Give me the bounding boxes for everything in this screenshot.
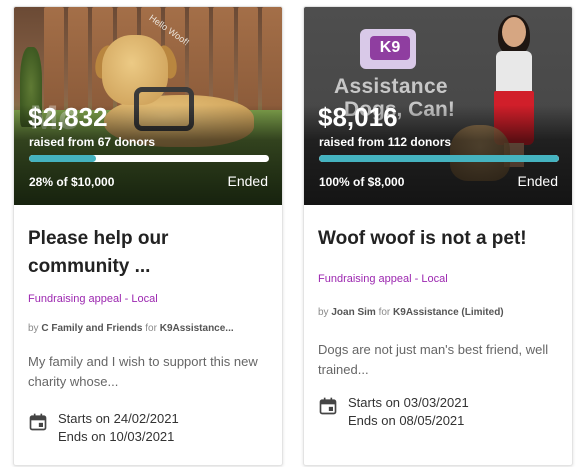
k9-logo-text: K9 [370, 36, 410, 60]
goal-text: 100% of $8,000 [319, 175, 405, 189]
fundraiser-image-1[interactable]: Hello Woof! Mo $2,832 raised from 67 don… [14, 7, 282, 205]
for-word: for [378, 307, 391, 318]
k9-logo: K9 [360, 29, 416, 69]
donor-count: raised from 112 donors [319, 135, 452, 149]
card-title[interactable]: Woof woof is not a pet! [318, 225, 558, 253]
date-range: Starts on 03/03/2021 Ends on 08/05/2021 [318, 394, 558, 430]
goal-text: 28% of $10,000 [29, 175, 115, 189]
card-content: Please help our community ... Fundraisin… [14, 205, 282, 446]
calendar-icon [29, 413, 47, 431]
fundraiser-card-2[interactable]: K9 Assistance Dogs, Can! $8,016 raised f… [303, 6, 573, 466]
date-range: Starts on 24/02/2021 Ends on 10/03/2021 [28, 410, 268, 446]
end-date: Ends on 08/05/2021 [348, 413, 465, 428]
card-content: Woof woof is not a pet! Fundraising appe… [304, 205, 572, 430]
for-word: for [145, 323, 157, 334]
progress-bar-fill [29, 155, 97, 162]
status-label: Ended [517, 173, 558, 189]
card-title[interactable]: Please help our community ... [28, 225, 268, 281]
status-label: Ended [227, 173, 268, 189]
progress-bar [29, 155, 269, 162]
card-description: Dogs are not just man's best friend, wel… [318, 342, 549, 377]
start-date: Starts on 24/02/2021 [58, 411, 179, 426]
organizer-name[interactable]: Joan Sim [331, 307, 375, 318]
organizer-name[interactable]: C Family and Friends [41, 323, 142, 334]
byline: by C Family and Friends for K9Assistance… [28, 323, 268, 334]
charity-name[interactable]: K9Assistance (Limited) [393, 307, 504, 318]
image-text-assistance: Assistance [334, 75, 448, 98]
card-description: My family and I wish to support this new… [28, 354, 258, 389]
byline: by Joan Sim for K9Assistance (Limited) [318, 307, 558, 318]
charity-name[interactable]: K9Assistance... [160, 323, 234, 334]
category-link[interactable]: Fundraising appeal - Local [318, 273, 558, 285]
amount-raised: $2,832 [28, 102, 108, 132]
by-prefix: by [28, 323, 39, 334]
calendar-icon [319, 397, 337, 415]
start-date: Starts on 03/03/2021 [348, 395, 469, 410]
category-link[interactable]: Fundraising appeal - Local [28, 293, 268, 305]
donor-count: raised from 67 donors [29, 135, 156, 149]
progress-bar-fill [319, 155, 559, 162]
by-prefix: by [318, 307, 329, 318]
fundraiser-card-1[interactable]: Hello Woof! Mo $2,832 raised from 67 don… [13, 6, 283, 466]
fundraiser-image-2[interactable]: K9 Assistance Dogs, Can! $8,016 raised f… [304, 7, 572, 205]
progress-bar [319, 155, 559, 162]
end-date: Ends on 10/03/2021 [58, 429, 175, 444]
amount-raised: $8,016 [318, 102, 398, 132]
